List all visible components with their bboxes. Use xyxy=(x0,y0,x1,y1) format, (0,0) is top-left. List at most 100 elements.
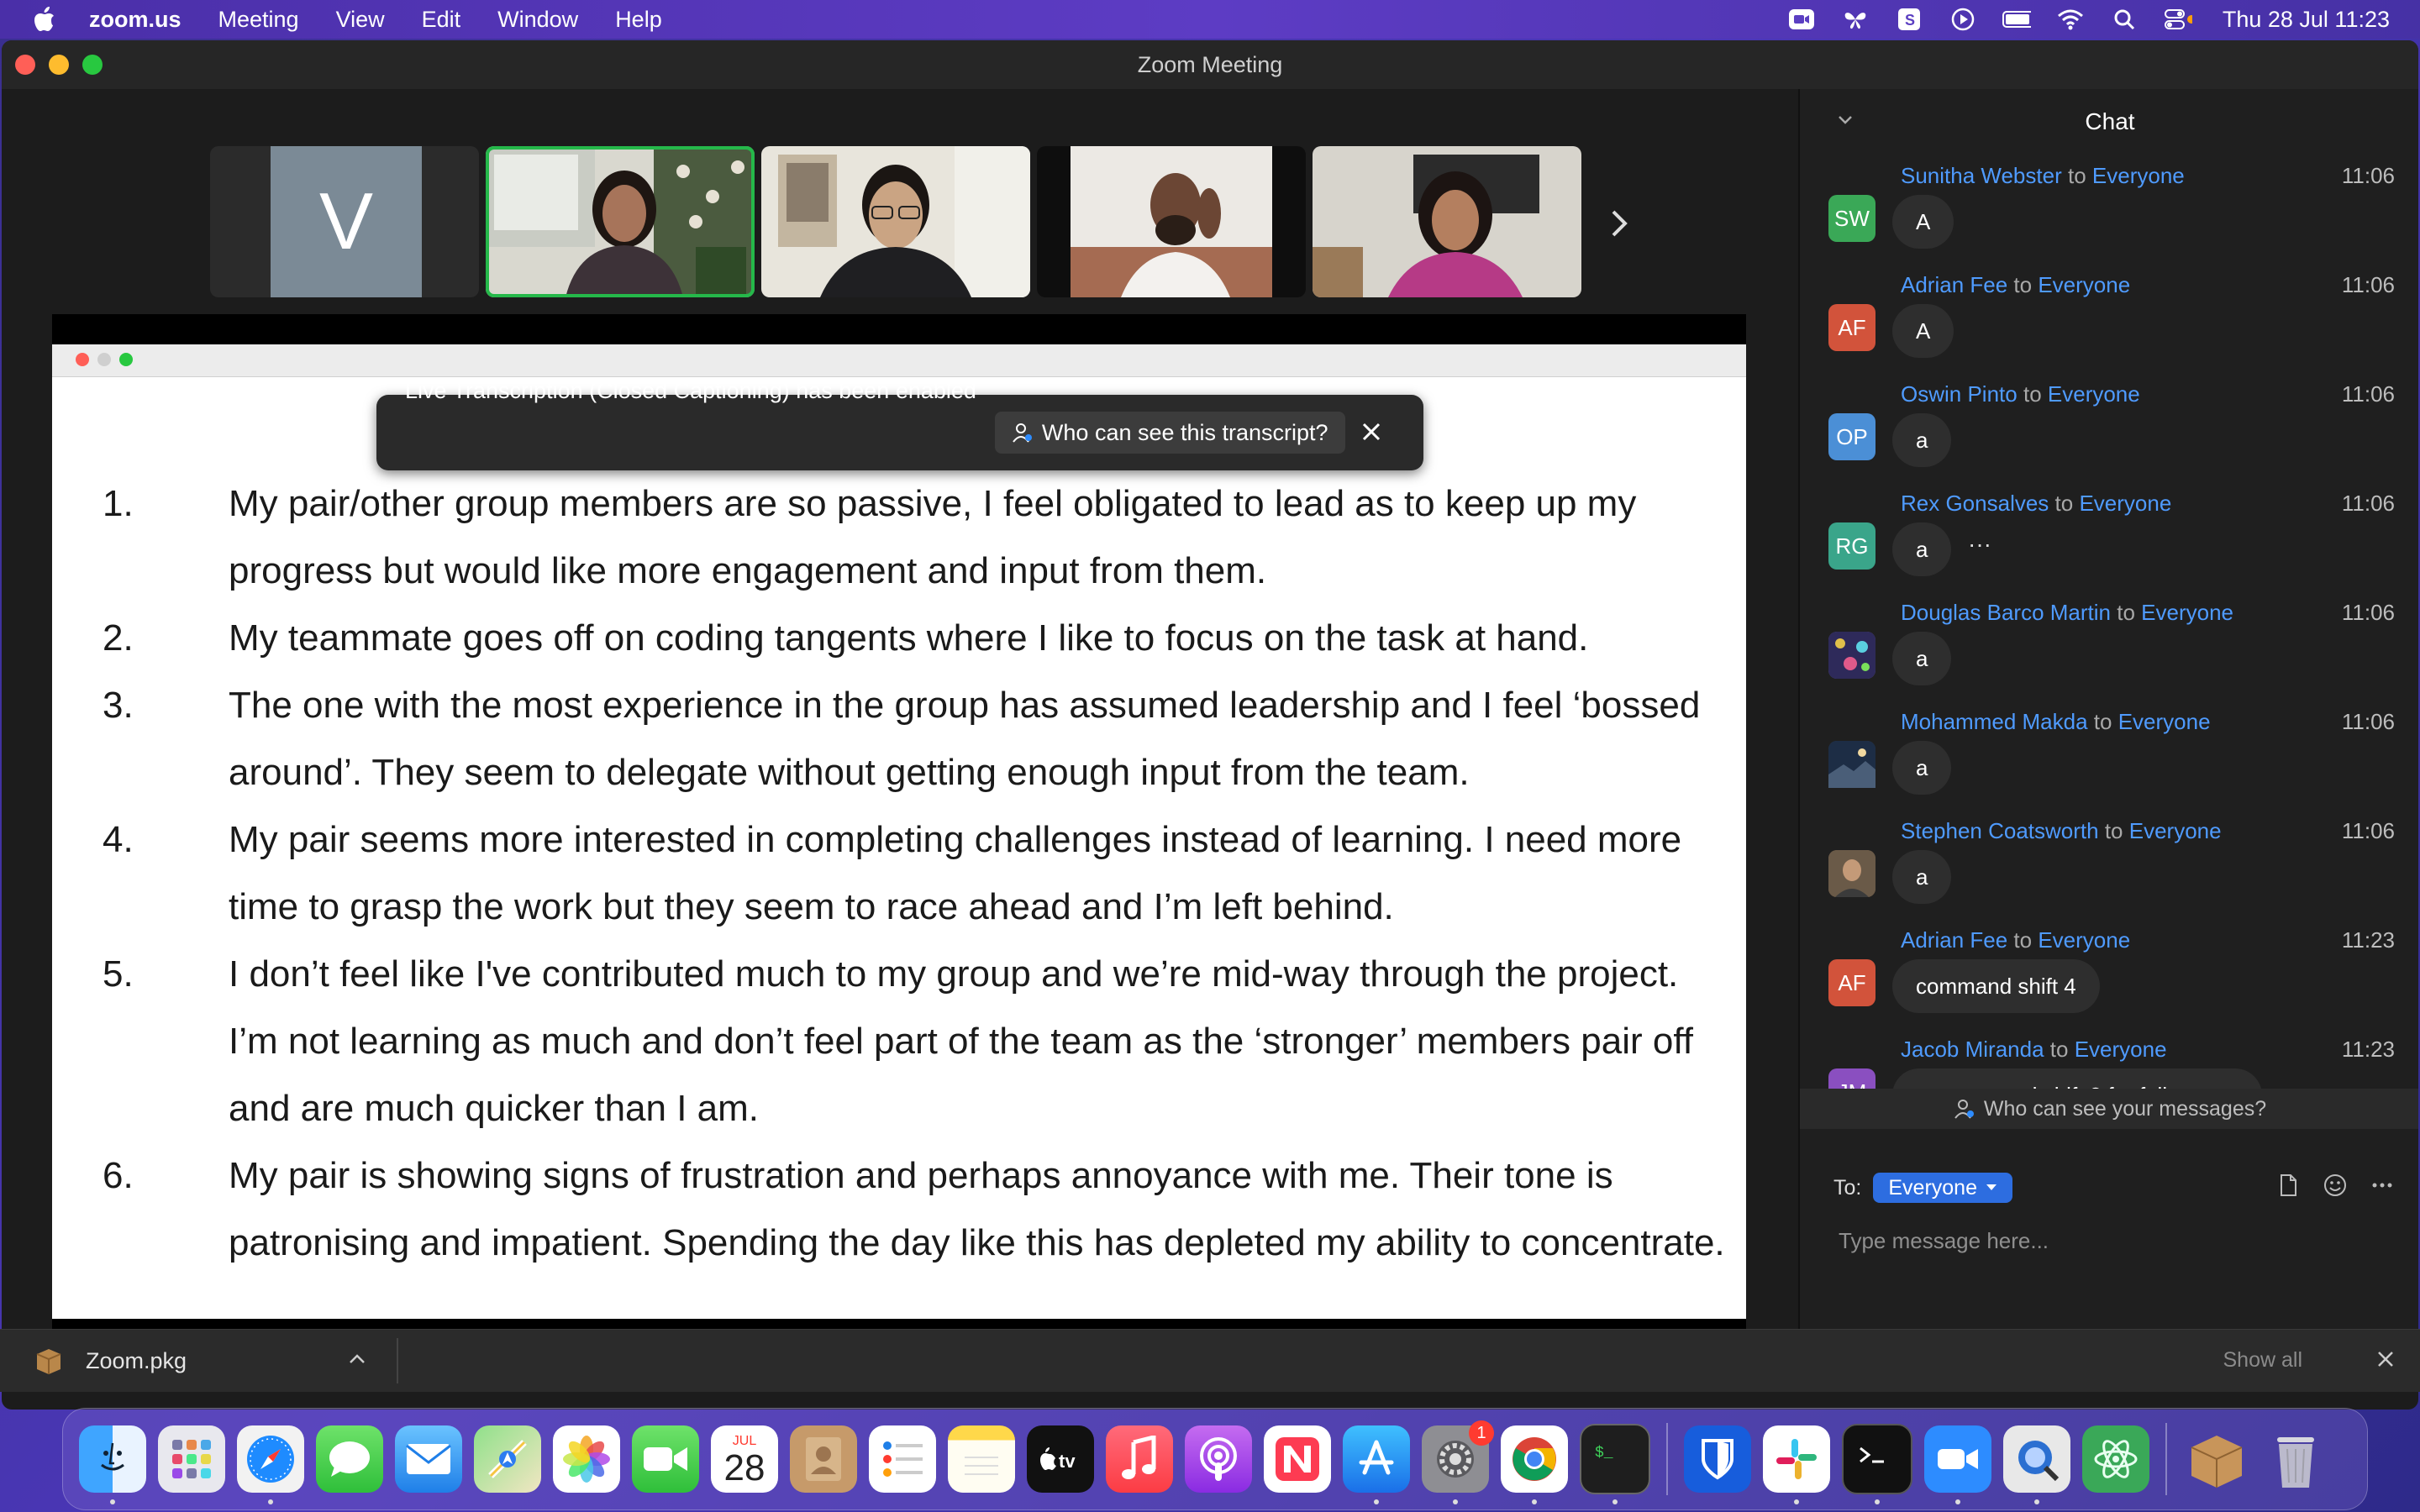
chevron-down-icon[interactable] xyxy=(1835,109,1855,129)
shared-window-titlebar xyxy=(52,344,1746,377)
sender-name[interactable]: Adrian Fee xyxy=(1901,272,2007,297)
play-icon[interactable] xyxy=(1949,8,1977,31)
chat-message: AF Adrian Fee to Everyone 11:06 A xyxy=(1800,264,2418,373)
sender-name[interactable]: Sunitha Webster xyxy=(1901,163,2062,188)
chat-message: JM Jacob Miranda to Everyone 11:23 or co… xyxy=(1800,1028,2418,1089)
menubar-clock[interactable]: Thu 28 Jul 11:23 xyxy=(2223,7,2390,33)
music-icon[interactable] xyxy=(1106,1425,1173,1493)
zoom-icon[interactable] xyxy=(1924,1425,1991,1504)
menu-meeting[interactable]: Meeting xyxy=(218,7,299,33)
menu-help[interactable]: Help xyxy=(615,7,662,33)
terminal-icon[interactable]: $_ xyxy=(1580,1424,1650,1504)
recipient-name[interactable]: Everyone xyxy=(2118,709,2211,734)
recipient-name[interactable]: Everyone xyxy=(2038,927,2130,953)
contacts-icon[interactable] xyxy=(790,1425,857,1493)
recipient-name[interactable]: Everyone xyxy=(2129,818,2222,843)
menu-window[interactable]: Window xyxy=(497,7,578,33)
recipient-name[interactable]: Everyone xyxy=(2079,491,2171,516)
launchpad-icon[interactable] xyxy=(158,1425,225,1493)
menu-edit[interactable]: Edit xyxy=(422,7,461,33)
more-options-icon[interactable]: ··· xyxy=(1968,531,1991,558)
butterfly-icon[interactable] xyxy=(1841,8,1870,31)
recipient-name[interactable]: Everyone xyxy=(2075,1037,2167,1062)
recipient-name[interactable]: Everyone xyxy=(2038,272,2130,297)
terminal-icon[interactable] xyxy=(1842,1424,1912,1504)
messages-icon[interactable] xyxy=(316,1425,383,1493)
trash-icon[interactable] xyxy=(2262,1425,2329,1493)
notes-icon[interactable] xyxy=(948,1425,1015,1493)
sender-name[interactable]: Rex Gonsalves xyxy=(1901,491,2049,516)
apple-tv-icon[interactable]: tv xyxy=(1027,1425,1094,1493)
chevron-up-icon[interactable] xyxy=(346,1348,368,1370)
chrome-icon[interactable] xyxy=(1501,1425,1568,1504)
news-icon[interactable] xyxy=(1264,1425,1331,1493)
chat-message: SW Sunitha Webster to Everyone 11:06 A xyxy=(1800,155,2418,264)
participant-tile[interactable] xyxy=(1037,146,1306,297)
who-can-see-messages-bar[interactable]: Who can see your messages? xyxy=(1800,1089,2418,1129)
download-item[interactable]: Zoom.pkg xyxy=(34,1341,187,1380)
sender-name[interactable]: Oswin Pinto xyxy=(1901,381,2018,407)
scenario-number: 3 xyxy=(103,672,153,739)
menu-view[interactable]: View xyxy=(336,7,385,33)
who-can-see-transcript-button[interactable]: Who can see this transcript? xyxy=(994,412,1345,454)
recipient-name[interactable]: Everyone xyxy=(2141,600,2233,625)
spotlight-search-icon[interactable] xyxy=(2110,8,2139,31)
recipient-value: Everyone xyxy=(1888,1175,1977,1200)
participant-tile[interactable] xyxy=(761,146,1030,297)
s-app-icon[interactable]: S xyxy=(1895,8,1923,31)
zoom-status-icon[interactable] xyxy=(1787,8,1816,31)
control-center-icon[interactable] xyxy=(2164,8,2192,31)
bitwarden-icon[interactable] xyxy=(1684,1425,1751,1493)
finder-icon[interactable] xyxy=(79,1425,146,1504)
downloads-stack-icon[interactable] xyxy=(2183,1425,2250,1493)
app-store-icon[interactable] xyxy=(1343,1425,1410,1504)
wifi-icon[interactable] xyxy=(2056,8,2085,31)
recipient-name[interactable]: Everyone xyxy=(2092,163,2185,188)
scenario-text: I don’t feel like I've contributed much … xyxy=(229,953,1693,1129)
scenario-list: 1 My pair/other group members are so pass… xyxy=(103,470,1733,1277)
calendar-icon[interactable]: JUL 28 xyxy=(711,1425,778,1493)
running-indicator xyxy=(1532,1499,1537,1504)
participant-tile[interactable] xyxy=(1313,146,1581,297)
sender-name[interactable]: Adrian Fee xyxy=(1901,927,2007,953)
apple-icon[interactable] xyxy=(34,7,55,32)
message-time: 11:06 xyxy=(2341,818,2395,843)
message-bubble: a xyxy=(1892,741,1952,795)
reminders-icon[interactable] xyxy=(869,1425,936,1493)
photos-icon[interactable] xyxy=(553,1425,620,1493)
emoji-icon[interactable] xyxy=(2323,1173,2348,1198)
facetime-icon[interactable] xyxy=(632,1425,699,1493)
close-window-button[interactable] xyxy=(15,55,35,75)
sender-name[interactable]: Mohammed Makda xyxy=(1901,709,2088,734)
mail-icon[interactable] xyxy=(395,1425,462,1493)
sender-name[interactable]: Jacob Miranda xyxy=(1901,1037,2044,1062)
sender-name[interactable]: Stephen Coatsworth xyxy=(1901,818,2099,843)
safari-icon[interactable] xyxy=(237,1425,304,1504)
sender-name[interactable]: Douglas Barco Martin xyxy=(1901,600,2111,625)
battery-icon[interactable] xyxy=(2002,8,2031,31)
system-settings-icon[interactable]: 1 xyxy=(1422,1420,1494,1504)
message-meta: Sunitha Webster to Everyone xyxy=(1901,163,2185,189)
close-icon[interactable] xyxy=(2373,1347,2398,1372)
show-all-button[interactable]: Show all xyxy=(2223,1348,2303,1373)
file-icon[interactable] xyxy=(2275,1173,2301,1198)
atom-icon[interactable] xyxy=(2082,1425,2149,1493)
message-input[interactable] xyxy=(1837,1223,2386,1258)
download-file-name: Zoom.pkg xyxy=(86,1347,187,1373)
message-bubble: or command shift 3 for full screen xyxy=(1892,1068,2263,1089)
participant-tile-active-speaker[interactable] xyxy=(486,146,755,297)
recipient-name[interactable]: Everyone xyxy=(2048,381,2140,407)
participant-tile[interactable]: V xyxy=(210,146,479,297)
podcasts-icon[interactable] xyxy=(1185,1425,1252,1493)
recipient-dropdown[interactable]: Everyone xyxy=(1873,1173,2012,1203)
close-icon[interactable] xyxy=(1356,417,1386,447)
minimize-window-button[interactable] xyxy=(49,55,69,75)
quicktime-icon[interactable] xyxy=(2003,1425,2070,1504)
maps-icon[interactable] xyxy=(474,1425,541,1493)
chat-messages[interactable]: SW Sunitha Webster to Everyone 11:06 A A… xyxy=(1800,155,2418,1089)
more-icon[interactable] xyxy=(2370,1173,2395,1198)
chevron-right-icon[interactable] xyxy=(1602,198,1636,249)
slack-icon[interactable] xyxy=(1763,1425,1830,1504)
fullscreen-window-button[interactable] xyxy=(82,55,103,75)
menu-app-name[interactable]: zoom.us xyxy=(89,7,182,33)
